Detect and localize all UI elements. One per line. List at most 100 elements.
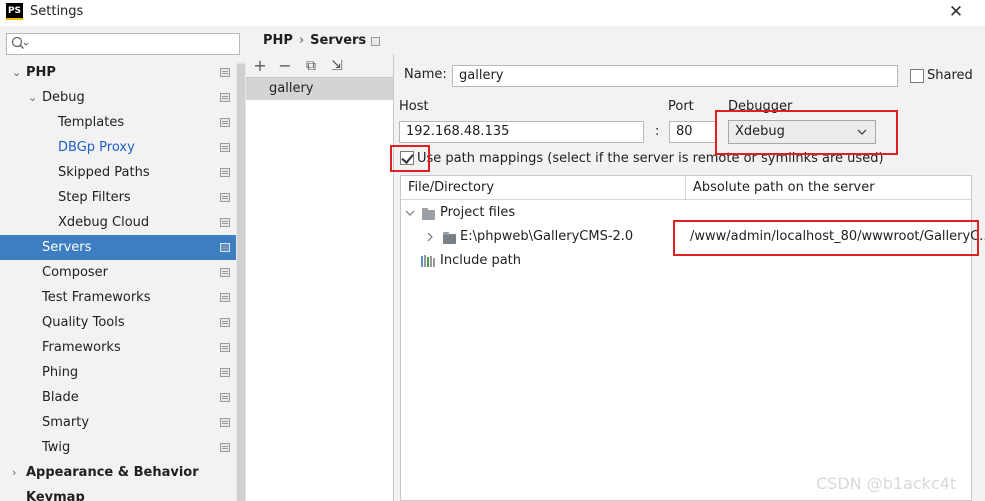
debugger-select[interactable]: Xdebug bbox=[728, 120, 876, 144]
sidebar-scrollbar-thumb[interactable] bbox=[237, 64, 245, 501]
breadcrumb-separator: › bbox=[298, 33, 305, 48]
port-field[interactable]: 80 bbox=[669, 121, 717, 143]
shared-checkbox[interactable] bbox=[910, 69, 924, 83]
project-level-icon bbox=[220, 443, 230, 452]
sidebar-item-dbgp-proxy[interactable]: DBGp Proxy bbox=[0, 135, 236, 160]
sidebar-item-label: PHP bbox=[26, 65, 56, 80]
server-list-toolbar: + − ⧉ ⇲ bbox=[246, 54, 393, 78]
sidebar-item-label: Debug bbox=[42, 90, 85, 105]
sidebar-item-label: Xdebug Cloud bbox=[58, 215, 150, 230]
project-level-icon bbox=[220, 393, 230, 402]
folder-icon bbox=[443, 232, 456, 244]
sidebar-item-keymap[interactable]: Keymap bbox=[0, 485, 236, 501]
host-field[interactable]: 192.168.48.135 bbox=[399, 121, 644, 143]
sidebar-item-frameworks[interactable]: Frameworks bbox=[0, 335, 236, 360]
sidebar-item-composer[interactable]: Composer bbox=[0, 260, 236, 285]
copy-server-button[interactable]: ⧉ bbox=[300, 55, 322, 77]
host-port-separator: : bbox=[655, 124, 660, 139]
host-label: Host bbox=[399, 99, 429, 114]
project-level-icon bbox=[220, 218, 230, 227]
shared-label: Shared bbox=[927, 68, 973, 83]
use-path-mappings-checkbox[interactable] bbox=[400, 151, 414, 165]
tree-row-include-path[interactable]: Include path bbox=[401, 249, 971, 273]
settings-sidebar: ⌄ PHP ⌄ Debug Templates DBGp Proxy Skipped Pat… bbox=[0, 26, 246, 501]
project-level-icon bbox=[220, 193, 230, 202]
sidebar-item-label: Servers bbox=[42, 240, 92, 255]
sidebar-item-quality-tools[interactable]: Quality Tools bbox=[0, 310, 236, 335]
chevron-down-icon bbox=[857, 129, 867, 135]
project-level-icon bbox=[220, 68, 230, 77]
sidebar-item-servers[interactable]: Servers bbox=[0, 235, 236, 260]
sidebar-item-label: Smarty bbox=[42, 415, 90, 430]
chevron-right-icon[interactable]: › bbox=[12, 460, 24, 485]
library-icon bbox=[421, 255, 435, 267]
path-mappings-header: File/Directory Absolute path on the serv… bbox=[401, 176, 971, 200]
sidebar-item-test-frameworks[interactable]: Test Frameworks bbox=[0, 285, 236, 310]
chevron-down-icon[interactable]: ⌄ bbox=[28, 85, 40, 110]
local-path-cell[interactable]: E:\phpweb\GalleryCMS-2.0 bbox=[460, 225, 633, 249]
sidebar-item-debug[interactable]: ⌄ Debug bbox=[0, 85, 236, 110]
sidebar-item-label: Test Frameworks bbox=[42, 290, 151, 305]
project-level-icon bbox=[220, 318, 230, 327]
sidebar-item-appearance-behavior[interactable]: › Appearance & Behavior bbox=[0, 460, 236, 485]
project-level-icon bbox=[220, 343, 230, 352]
debugger-label: Debugger bbox=[728, 99, 793, 114]
breadcrumb-servers: Servers bbox=[310, 33, 367, 48]
include-path-label: Include path bbox=[440, 253, 522, 268]
settings-search-input[interactable] bbox=[6, 33, 240, 55]
folder-icon bbox=[422, 208, 435, 220]
sidebar-item-templates[interactable]: Templates bbox=[0, 110, 236, 135]
chevron-right-icon bbox=[427, 232, 433, 242]
server-config-form: Name: gallery Shared Host 192.168.48.135… bbox=[395, 54, 985, 501]
tree-row-project-files[interactable]: Project files bbox=[401, 201, 971, 225]
sidebar-item-label: Twig bbox=[42, 440, 71, 455]
sidebar-item-xdebug-cloud[interactable]: Xdebug Cloud bbox=[0, 210, 236, 235]
sidebar-item-blade[interactable]: Blade bbox=[0, 385, 236, 410]
server-path-cell[interactable]: /www/admin/localhost_80/wwwroot/GalleryC… bbox=[690, 225, 985, 249]
project-level-icon bbox=[220, 268, 230, 277]
breadcrumb: PHP › Servers bbox=[263, 33, 366, 48]
column-header-file[interactable]: File/Directory bbox=[401, 176, 685, 200]
project-level-icon bbox=[220, 418, 230, 427]
sidebar-item-label: Quality Tools bbox=[42, 315, 125, 330]
port-label: Port bbox=[668, 99, 694, 114]
sidebar-item-label: Skipped Paths bbox=[58, 165, 150, 180]
project-level-icon bbox=[220, 368, 230, 377]
project-level-icon bbox=[220, 118, 230, 127]
sidebar-item-label: Phing bbox=[42, 365, 79, 380]
add-server-button[interactable]: + bbox=[249, 55, 271, 77]
sidebar-item-twig[interactable]: Twig bbox=[0, 435, 236, 460]
use-path-mappings-label: Use path mappings (select if the server … bbox=[417, 151, 884, 166]
sidebar-item-label: Blade bbox=[42, 390, 79, 405]
remove-server-button[interactable]: − bbox=[274, 55, 296, 77]
window-title: Settings bbox=[30, 4, 84, 19]
server-list-item[interactable]: gallery bbox=[246, 78, 393, 100]
column-header-server-path[interactable]: Absolute path on the server bbox=[685, 176, 971, 200]
sidebar-item-step-filters[interactable]: Step Filters bbox=[0, 185, 236, 210]
sidebar-item-php[interactable]: ⌄ PHP bbox=[0, 60, 236, 85]
project-level-icon bbox=[220, 243, 230, 252]
search-icon bbox=[11, 36, 29, 50]
path-mappings-table: File/Directory Absolute path on the serv… bbox=[400, 175, 985, 501]
project-files-label: Project files bbox=[440, 205, 516, 220]
sidebar-item-skipped-paths[interactable]: Skipped Paths bbox=[0, 160, 236, 185]
project-level-icon bbox=[220, 93, 230, 102]
name-label: Name: bbox=[404, 67, 447, 82]
sidebar-item-label: Frameworks bbox=[42, 340, 121, 355]
breadcrumb-php[interactable]: PHP bbox=[263, 33, 293, 48]
sidebar-item-phing[interactable]: Phing bbox=[0, 360, 236, 385]
tree-row-mapping[interactable]: E:\phpweb\GalleryCMS-2.0 /www/admin/loca… bbox=[401, 225, 985, 249]
sidebar-item-label: Templates bbox=[58, 115, 125, 130]
server-list-panel: + − ⧉ ⇲ gallery bbox=[246, 54, 394, 501]
close-button[interactable]: ✕ bbox=[945, 0, 967, 24]
sidebar-item-label: Composer bbox=[42, 265, 109, 280]
project-level-icon bbox=[371, 37, 380, 46]
import-server-button[interactable]: ⇲ bbox=[326, 55, 348, 77]
sidebar-item-label: DBGp Proxy bbox=[58, 140, 135, 155]
name-field[interactable]: gallery bbox=[452, 65, 898, 87]
title-bar: PS Settings ✕ bbox=[0, 0, 985, 26]
sidebar-item-label: Appearance & Behavior bbox=[26, 465, 199, 480]
chevron-down-icon[interactable]: ⌄ bbox=[12, 60, 24, 85]
sidebar-item-smarty[interactable]: Smarty bbox=[0, 410, 236, 435]
project-level-icon bbox=[220, 293, 230, 302]
